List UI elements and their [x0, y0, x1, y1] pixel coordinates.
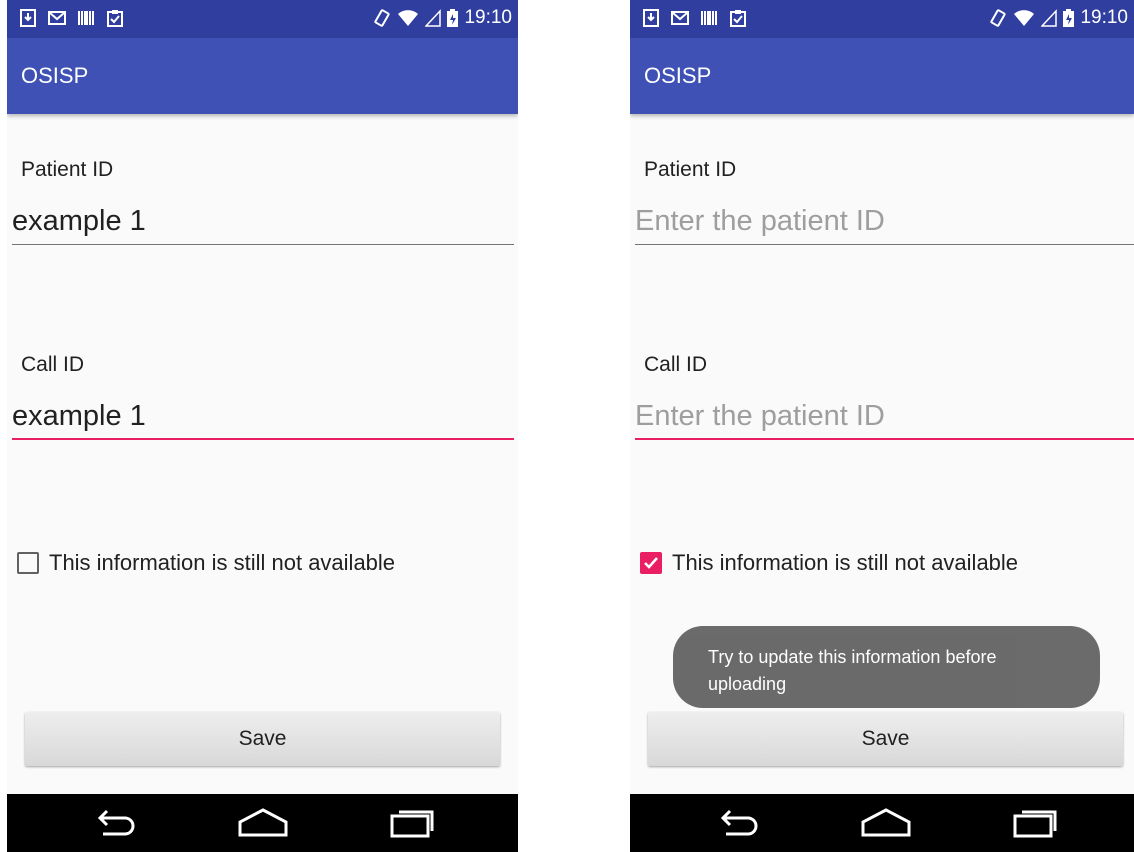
navigation-bar [7, 794, 518, 852]
not-available-label: This information is still not available [49, 550, 396, 575]
status-bar: 19:10 [7, 0, 518, 38]
gmail-icon [48, 11, 66, 25]
signal-icon [1041, 9, 1058, 27]
barcode-icon [701, 11, 717, 25]
phone-screen-right: 19:10 OSISP Patient ID Call ID This info… [630, 0, 1134, 852]
barcode-icon [78, 11, 94, 25]
wifi-icon [1014, 10, 1035, 26]
status-bar: 19:10 [630, 0, 1134, 38]
status-time: 19:10 [464, 7, 512, 28]
battery-icon [1063, 9, 1075, 27]
patient-id-label: Patient ID [644, 158, 737, 181]
patient-id-input[interactable] [635, 200, 1134, 242]
app-title: OSISP [21, 63, 89, 88]
home-icon[interactable] [237, 806, 289, 840]
not-available-row[interactable]: This information is still not available [17, 550, 395, 576]
clipboard-icon [107, 10, 123, 27]
vibrate-icon [990, 9, 1007, 27]
call-id-underline [635, 438, 1134, 440]
not-available-checkbox[interactable] [640, 552, 662, 574]
not-available-row[interactable]: This information is still not available [640, 550, 1018, 576]
toast-message: Try to update this information before up… [673, 626, 1100, 708]
call-id-input[interactable] [12, 395, 514, 437]
battery-icon [447, 9, 459, 27]
patient-id-input[interactable] [12, 200, 514, 242]
recents-icon[interactable] [1012, 806, 1060, 840]
vibrate-icon [374, 9, 391, 27]
app-toolbar: OSISP [630, 38, 1134, 114]
app-toolbar: OSISP [7, 38, 518, 114]
save-button[interactable]: Save [25, 712, 500, 766]
patient-id-underline [635, 244, 1134, 245]
patient-id-underline [12, 244, 514, 245]
back-icon[interactable] [714, 806, 762, 840]
call-id-label: Call ID [644, 353, 708, 376]
phone-screen-left: 19:10 OSISP Patient ID Call ID This info… [7, 0, 518, 852]
app-title: OSISP [644, 63, 712, 88]
call-id-input[interactable] [635, 395, 1134, 437]
back-icon[interactable] [91, 806, 139, 840]
call-id-label: Call ID [21, 353, 85, 376]
download-icon [20, 9, 36, 27]
wifi-icon [398, 10, 419, 26]
call-id-underline [12, 438, 514, 440]
gmail-icon [671, 11, 689, 25]
signal-icon [425, 9, 442, 27]
checkmark-icon [644, 557, 658, 569]
clipboard-icon [730, 10, 746, 27]
navigation-bar [630, 794, 1134, 852]
save-button[interactable]: Save [648, 712, 1123, 766]
not-available-checkbox[interactable] [17, 552, 39, 574]
patient-id-label: Patient ID [21, 158, 114, 181]
status-time: 19:10 [1080, 7, 1128, 28]
not-available-label: This information is still not available [672, 550, 1019, 575]
recents-icon[interactable] [389, 806, 437, 840]
home-icon[interactable] [860, 806, 912, 840]
download-icon [643, 9, 659, 27]
